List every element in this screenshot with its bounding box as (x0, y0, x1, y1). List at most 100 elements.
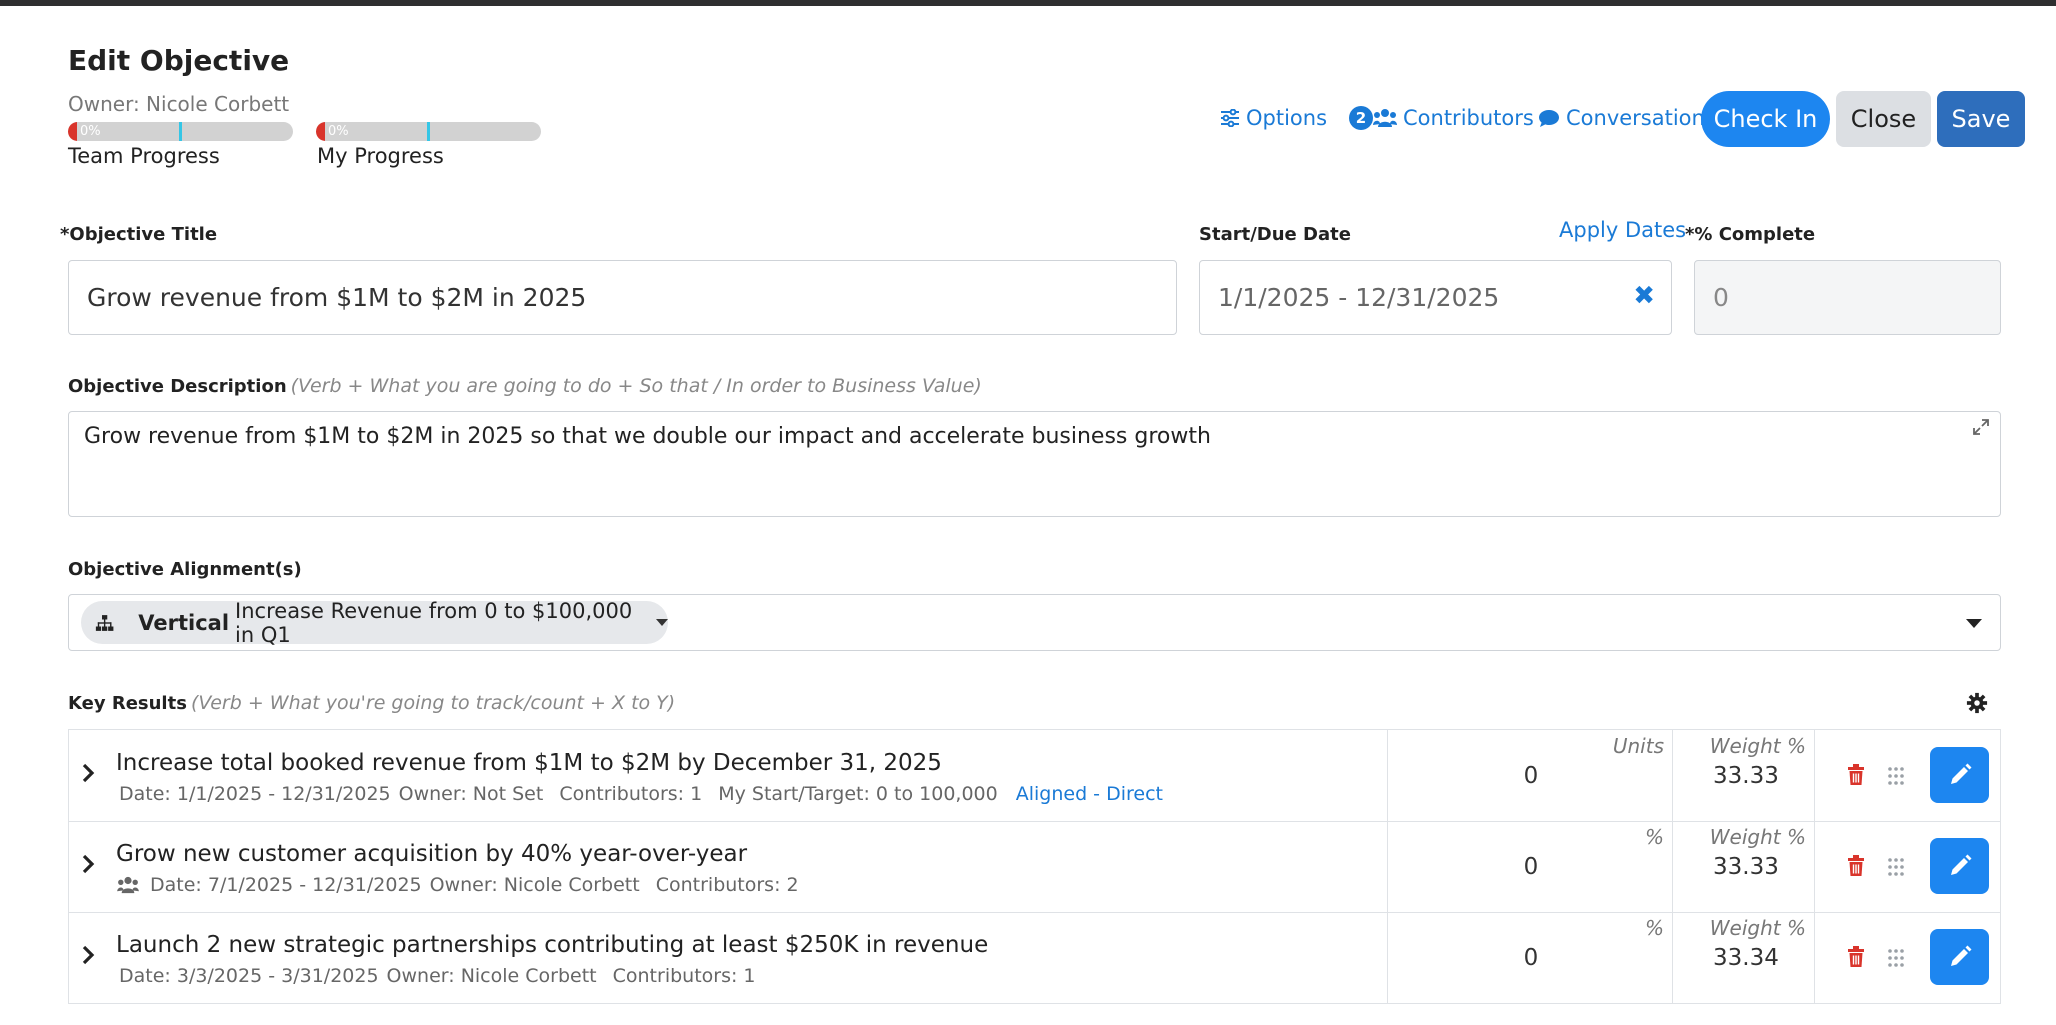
pencil-icon (1950, 945, 1971, 966)
hierarchy-icon (95, 614, 114, 631)
owner-text: Owner: Nicole Corbett (68, 92, 290, 116)
objective-title-label: *Objective Title (60, 224, 218, 245)
key-result-title: Launch 2 new strategic partnerships cont… (116, 932, 989, 958)
key-result-owner: Owner: Nicole Corbett (429, 874, 640, 896)
options-link[interactable]: Options (1220, 106, 1327, 130)
percent-complete-label: *% Complete (1685, 224, 1816, 245)
key-result-value: 0 (1523, 945, 1539, 971)
users-icon (1373, 109, 1397, 127)
drag-handle-icon[interactable] (1887, 948, 1905, 968)
weight-label: Weight % (1709, 825, 1806, 849)
key-result-value-cell[interactable]: % 0 (1387, 912, 1673, 1003)
key-result-meta: Date: 7/1/2025 - 12/31/2025 Owner: Nicol… (117, 874, 799, 896)
objective-description-label: Objective Description (Verb + What you ar… (68, 375, 982, 397)
alignment-dropdown-caret-icon[interactable] (1966, 619, 1982, 628)
start-due-date-label: Start/Due Date (1199, 224, 1351, 245)
my-progress-marker (427, 122, 430, 141)
percent-complete-value: 0 (1713, 283, 1729, 312)
key-result-date: Date: 1/1/2025 - 12/31/2025 (119, 783, 391, 805)
unit-label: % (1644, 916, 1664, 940)
objective-description-textarea[interactable]: Grow revenue from $1M to $2M in 2025 so … (68, 411, 2001, 517)
key-results-label-text: Key Results (68, 693, 187, 714)
page-title: Edit Objective (68, 44, 290, 77)
gear-icon[interactable] (1966, 692, 1988, 714)
contributors-count-badge: 2 (1349, 106, 1373, 130)
comment-icon (1539, 109, 1559, 127)
key-result-date: Date: 3/3/2025 - 3/31/2025 (119, 965, 379, 987)
alignment-tag[interactable]: Vertical Increase Revenue from 0 to $100… (81, 598, 668, 647)
edit-key-result-button[interactable] (1930, 929, 1989, 985)
objective-alignment-select[interactable]: Vertical Increase Revenue from 0 to $100… (68, 594, 2001, 651)
key-result-title: Increase total booked revenue from $1M t… (116, 750, 942, 776)
key-result-aligned-link[interactable]: Aligned - Direct (1016, 783, 1163, 805)
save-button[interactable]: Save (1937, 91, 2025, 147)
edit-key-result-button[interactable] (1930, 838, 1989, 894)
key-result-weight-cell[interactable]: Weight % 33.33 (1673, 730, 1815, 821)
alignment-text: Increase Revenue from 0 to $100,000 in Q… (235, 598, 633, 647)
key-result-weight-cell[interactable]: Weight % 33.34 (1673, 912, 1815, 1003)
options-label: Options (1246, 106, 1328, 130)
conversation-link[interactable]: Conversation (1538, 106, 1705, 130)
unit-label: Units (1612, 734, 1664, 758)
chevron-right-icon[interactable] (81, 853, 95, 875)
objective-alignment-label: Objective Alignment(s) (68, 559, 302, 580)
trash-icon[interactable] (1847, 855, 1865, 877)
edit-key-result-button[interactable] (1930, 747, 1989, 803)
key-result-value: 0 (1523, 854, 1539, 880)
objective-description-value: Grow revenue from $1M to $2M in 2025 so … (84, 424, 1211, 449)
key-result-row: Grow new customer acquisition by 40% yea… (69, 821, 2000, 913)
key-result-title: Grow new customer acquisition by 40% yea… (116, 841, 748, 867)
chevron-right-icon[interactable] (81, 762, 95, 784)
trash-icon[interactable] (1847, 946, 1865, 968)
key-result-contributors: Contributors: 1 (612, 965, 756, 987)
key-result-weight: 33.33 (1713, 763, 1779, 789)
objective-description-label-text: Objective Description (68, 376, 287, 397)
key-result-value: 0 (1523, 763, 1539, 789)
weight-label: Weight % (1709, 916, 1806, 940)
key-result-weight-cell[interactable]: Weight % 33.33 (1673, 821, 1815, 912)
trash-icon[interactable] (1847, 764, 1865, 786)
pencil-icon (1950, 763, 1971, 784)
contributors-link[interactable]: 2 Contributors (1349, 106, 1534, 130)
conversation-label: Conversation (1566, 106, 1705, 130)
objective-title-input[interactable]: Grow revenue from $1M to $2M in 2025 (68, 260, 1177, 335)
my-progress-bar: 0% (316, 122, 541, 141)
my-progress-label: My Progress (317, 144, 444, 168)
close-button[interactable]: Close (1836, 91, 1931, 147)
team-progress-fill (68, 122, 77, 141)
key-result-owner: Owner: Nicole Corbett (386, 965, 597, 987)
alignment-tag-caret-icon[interactable] (656, 619, 668, 626)
clear-date-icon[interactable]: ✖ (1633, 281, 1655, 311)
key-result-contributors: Contributors: 2 (655, 874, 799, 896)
unit-label: % (1644, 825, 1664, 849)
my-progress-percent: 0% (328, 124, 349, 139)
percent-complete-input[interactable]: 0 (1694, 260, 2001, 335)
key-result-value-cell[interactable]: Units 0 (1387, 730, 1673, 821)
date-range-value: 1/1/2025 - 12/31/2025 (1218, 283, 1500, 312)
key-result-contributors: Contributors: 1 (559, 783, 703, 805)
contributors-label: Contributors (1403, 106, 1534, 130)
chevron-right-icon[interactable] (81, 944, 95, 966)
team-progress-marker (179, 122, 182, 141)
key-result-target: My Start/Target: 0 to 100,000 (718, 783, 998, 805)
date-range-input[interactable]: 1/1/2025 - 12/31/2025 ✖ (1199, 260, 1672, 335)
window-top-bar (0, 0, 2056, 6)
objective-title-value: Grow revenue from $1M to $2M in 2025 (87, 283, 587, 312)
key-result-weight: 33.34 (1713, 945, 1779, 971)
drag-handle-icon[interactable] (1887, 766, 1905, 786)
sliders-icon (1221, 109, 1239, 127)
drag-handle-icon[interactable] (1887, 857, 1905, 877)
key-result-weight: 33.33 (1713, 854, 1779, 880)
apply-dates-link[interactable]: Apply Dates (1559, 218, 1686, 242)
key-result-meta: Date: 3/3/2025 - 3/31/2025 Owner: Nicole… (119, 965, 756, 987)
check-in-button[interactable]: Check In (1701, 91, 1830, 147)
key-results-table: Increase total booked revenue from $1M t… (68, 729, 2001, 1004)
key-result-row: Increase total booked revenue from $1M t… (69, 730, 2000, 822)
team-progress-percent: 0% (80, 124, 101, 139)
key-result-meta: Date: 1/1/2025 - 12/31/2025 Owner: Not S… (119, 783, 1163, 805)
team-progress-label: Team Progress (68, 144, 220, 168)
objective-description-hint: (Verb + What you are going to do + So th… (290, 375, 982, 397)
expand-icon[interactable] (1972, 418, 1990, 436)
key-result-value-cell[interactable]: % 0 (1387, 821, 1673, 912)
users-icon (117, 876, 139, 894)
